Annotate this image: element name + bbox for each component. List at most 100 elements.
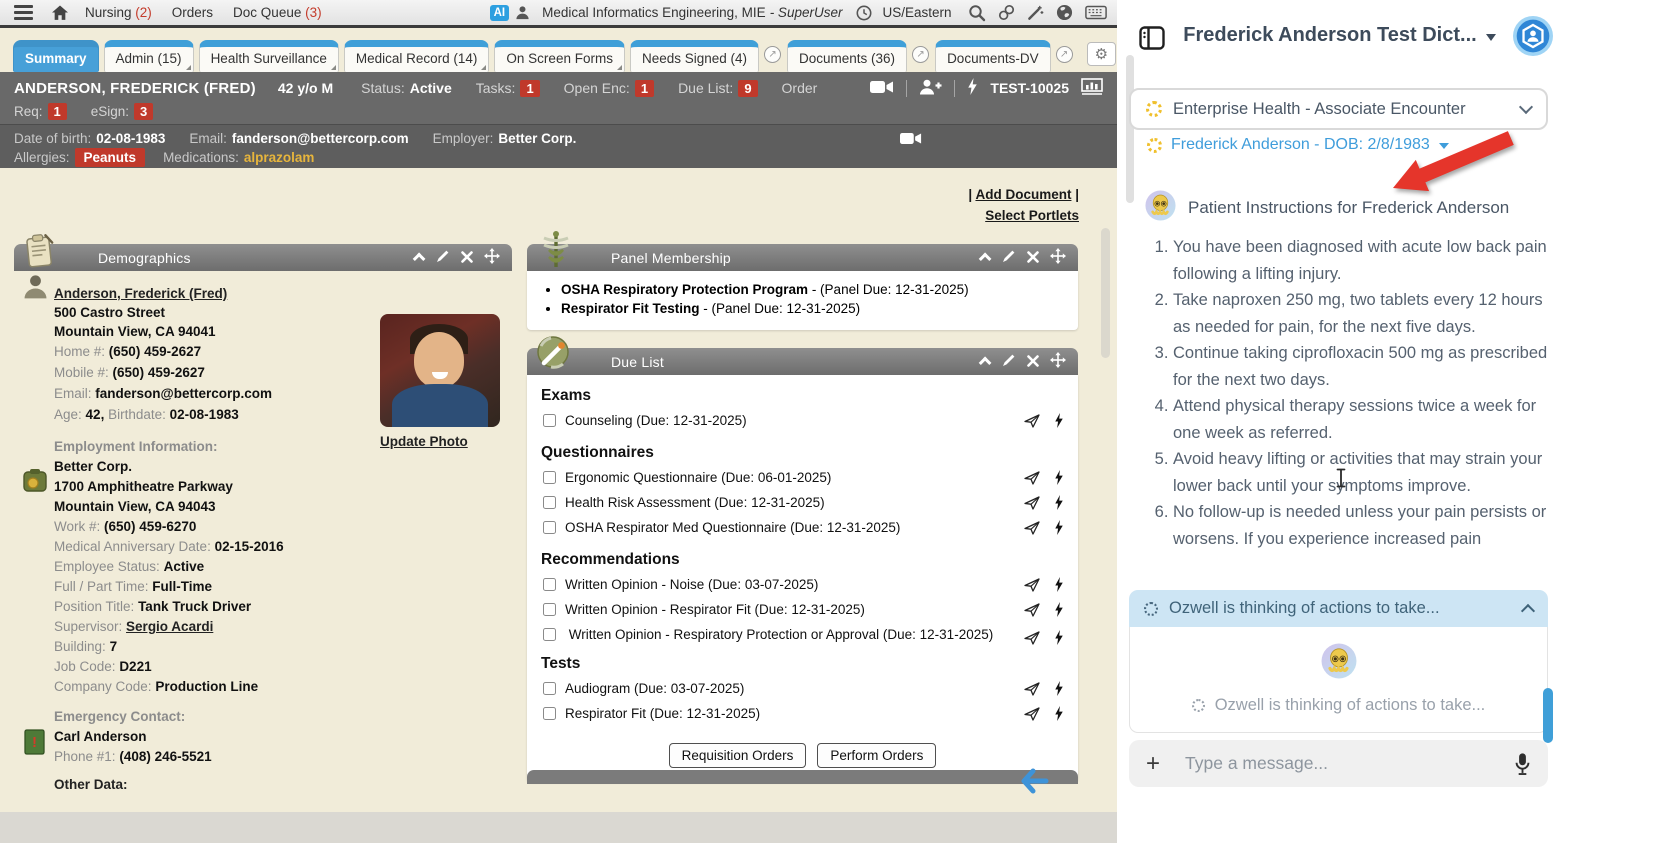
caduceus-icon: [539, 230, 573, 273]
chevron-down-icon[interactable]: [1485, 33, 1496, 41]
wand-icon[interactable]: [1027, 4, 1044, 21]
close-icon[interactable]: [1027, 250, 1039, 266]
send-plane-icon[interactable]: [1024, 602, 1040, 623]
conversation-title[interactable]: Frederick Anderson Test Dict...: [1183, 24, 1476, 47]
bolt-icon[interactable]: [1054, 602, 1064, 623]
req-badge: 1: [47, 103, 67, 120]
external-link-icon[interactable]: ↗: [764, 45, 782, 63]
sidebar-toggle-icon[interactable]: [1139, 26, 1165, 55]
send-plane-icon[interactable]: [1024, 470, 1040, 491]
panel-scrollbar[interactable]: [1126, 55, 1134, 203]
move-icon[interactable]: [484, 248, 500, 267]
send-plane-icon[interactable]: [1024, 520, 1040, 541]
collapse-panel-arrow-icon[interactable]: [1020, 768, 1050, 799]
tab-documents-dv[interactable]: Documents-DV: [935, 40, 1051, 72]
bolt-icon[interactable]: [1054, 630, 1064, 651]
search-icon[interactable]: [968, 4, 986, 22]
collapse-icon[interactable]: [978, 356, 992, 370]
close-icon[interactable]: [1027, 354, 1039, 370]
open-enc-counter[interactable]: Open Enc: 1: [564, 79, 655, 97]
edit-pencil-icon[interactable]: [436, 249, 450, 266]
checkbox[interactable]: [543, 628, 556, 641]
checkbox[interactable]: [543, 707, 556, 720]
tab-needs-signed[interactable]: Needs Signed (4): [629, 40, 760, 72]
send-plane-icon[interactable]: [1024, 413, 1040, 434]
video-camera-icon[interactable]: [870, 80, 894, 97]
medication-link[interactable]: alprazolam: [244, 150, 315, 165]
bolt-icon[interactable]: [1054, 681, 1064, 702]
esign-counter[interactable]: eSign: 3: [91, 103, 154, 120]
due-list-counter[interactable]: Due List: 9: [678, 79, 758, 97]
tab-health-surveillance[interactable]: Health Surveillance: [198, 40, 339, 72]
quick-action-bolt-icon[interactable]: [967, 78, 978, 98]
message-input[interactable]: [1185, 753, 1514, 774]
tab-summary[interactable]: Summary: [13, 40, 99, 72]
close-icon[interactable]: [461, 250, 473, 266]
edit-pencil-icon[interactable]: [1002, 249, 1016, 266]
stats-chart-icon[interactable]: [1081, 78, 1103, 98]
patient-name-link[interactable]: Anderson, Frederick (Fred): [54, 286, 227, 301]
microphone-icon[interactable]: [1514, 752, 1531, 776]
send-plane-icon[interactable]: [1024, 706, 1040, 727]
move-icon[interactable]: [1050, 248, 1066, 267]
allergy-badge[interactable]: Peanuts: [74, 148, 146, 167]
tab-medical-record[interactable]: Medical Record (14): [343, 40, 490, 72]
send-plane-icon[interactable]: [1024, 577, 1040, 598]
thinking-card-header[interactable]: Ozwell is thinking of actions to take...: [1129, 590, 1548, 627]
topbar-nav-doc-queue[interactable]: Doc Queue (3): [233, 5, 322, 20]
req-counter[interactable]: Req: 1: [14, 103, 67, 120]
bolt-icon[interactable]: [1054, 706, 1064, 727]
move-icon[interactable]: [1050, 352, 1066, 371]
bolt-icon[interactable]: [1054, 520, 1064, 541]
checkbox[interactable]: [543, 414, 556, 427]
keyboard-icon[interactable]: [1084, 5, 1107, 20]
external-link-icon[interactable]: ↗: [912, 45, 930, 63]
chat-scrollbar-thumb[interactable]: [1543, 688, 1553, 743]
send-plane-icon[interactable]: [1024, 681, 1040, 702]
send-plane-icon[interactable]: [1024, 630, 1040, 651]
bolt-icon[interactable]: [1054, 495, 1064, 516]
bolt-icon[interactable]: [1054, 413, 1064, 434]
requisition-orders-button[interactable]: Requisition Orders: [668, 743, 807, 768]
send-plane-icon[interactable]: [1024, 495, 1040, 516]
ozwell-logo[interactable]: [1513, 16, 1553, 61]
link-icon[interactable]: [998, 4, 1015, 21]
external-link-icon[interactable]: ↗: [1055, 45, 1073, 63]
checkbox[interactable]: [543, 496, 556, 509]
supervisor-link[interactable]: Sergio Acardi: [126, 619, 213, 634]
add-document-link[interactable]: Add Document: [975, 187, 1071, 202]
encounter-selector[interactable]: Enterprise Health - Associate Encounter: [1129, 88, 1548, 130]
edit-pencil-icon[interactable]: [1002, 353, 1016, 370]
home-icon[interactable]: [51, 5, 69, 21]
topbar-nav-nursing[interactable]: Nursing (2): [85, 5, 152, 20]
video-camera-icon[interactable]: [900, 132, 922, 148]
patient-context-row[interactable]: Frederick Anderson - DOB: 2/8/1983: [1147, 136, 1449, 154]
checkbox[interactable]: [543, 521, 556, 534]
app-scrollbar[interactable]: [1101, 228, 1110, 358]
tasks-counter[interactable]: Tasks: 1: [476, 79, 540, 97]
attach-plus-icon[interactable]: +: [1146, 751, 1160, 776]
checkbox[interactable]: [543, 471, 556, 484]
bolt-icon[interactable]: [1054, 470, 1064, 491]
checkbox[interactable]: [543, 682, 556, 695]
checkbox[interactable]: [543, 603, 556, 616]
tab-settings-gear-icon[interactable]: ⚙: [1086, 42, 1117, 66]
globe-icon[interactable]: [1056, 4, 1073, 21]
menu-icon[interactable]: [14, 5, 33, 20]
select-portlets-link[interactable]: Select Portlets: [985, 208, 1079, 223]
tab-documents[interactable]: Documents (36): [787, 40, 908, 72]
checkbox[interactable]: [543, 578, 556, 591]
tab-on-screen-forms[interactable]: On Screen Forms: [494, 40, 625, 72]
ai-badge[interactable]: AI: [489, 4, 510, 21]
org-name[interactable]: Medical Informatics Engineering, MIE: [542, 5, 766, 20]
tab-admin[interactable]: Admin (15): [103, 40, 194, 72]
bolt-icon[interactable]: [1054, 577, 1064, 598]
timezone[interactable]: US/Eastern: [882, 5, 951, 20]
add-user-icon[interactable]: [919, 79, 942, 98]
perform-orders-button[interactable]: Perform Orders: [817, 743, 937, 768]
order-link[interactable]: Order: [782, 80, 818, 96]
update-photo-link[interactable]: Update Photo: [380, 434, 468, 449]
collapse-icon[interactable]: [978, 252, 992, 266]
topbar-nav-orders[interactable]: Orders: [172, 5, 213, 20]
collapse-icon[interactable]: [412, 252, 426, 266]
